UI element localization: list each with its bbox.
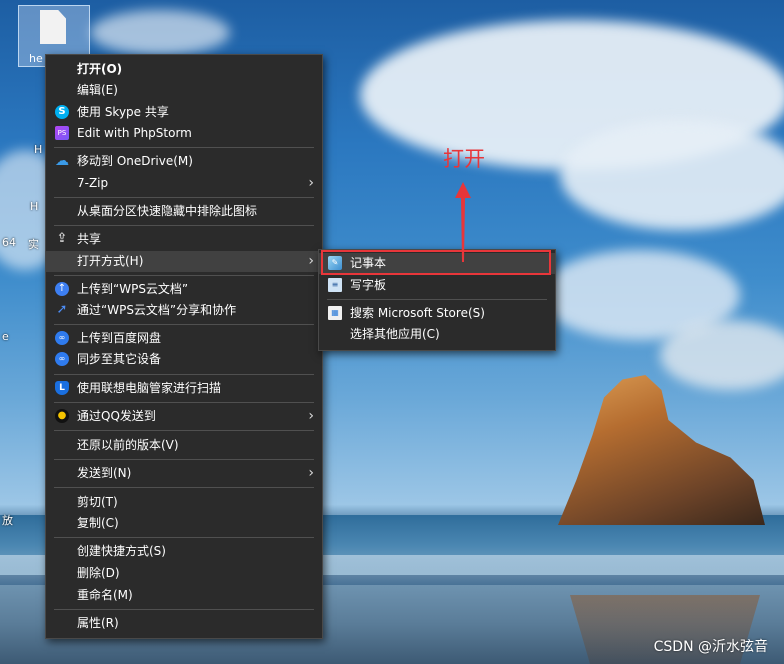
menu-item-label: Edit with PhpStorm — [77, 126, 192, 140]
menu-item-label: 同步至其它设备 — [77, 352, 162, 366]
menu-item-send-to[interactable]: 发送到(N) › — [46, 463, 322, 484]
wallpaper-cloud — [90, 10, 230, 55]
store-icon: ▦ — [328, 306, 342, 320]
chevron-right-icon: › — [308, 175, 314, 191]
menu-item-label: 共享 — [77, 232, 102, 246]
submenu-item-search-store[interactable]: ▦ 搜索 Microsoft Store(S) — [319, 303, 555, 324]
menu-item-label: 搜索 Microsoft Store(S) — [350, 306, 485, 320]
wps-share-icon: ➚ — [56, 302, 68, 317]
menu-item-phpstorm[interactable]: PS Edit with PhpStorm — [46, 123, 322, 144]
menu-item-skype-share[interactable]: S 使用 Skype 共享 — [46, 102, 322, 123]
menu-item-open[interactable]: 打开(O) — [46, 59, 322, 80]
wallpaper-cloud — [560, 120, 784, 230]
menu-item-label: 使用联想电脑管家进行扫描 — [77, 381, 222, 395]
wordpad-icon: ≡ — [328, 278, 342, 292]
menu-separator — [54, 225, 314, 226]
desktop-icon-label[interactable]: e — [2, 330, 9, 343]
menu-item-open-with[interactable]: 打开方式(H) › — [46, 251, 322, 272]
menu-item-delete[interactable]: 删除(D) — [46, 563, 322, 584]
menu-separator — [54, 459, 314, 460]
menu-item-label: 删除(D) — [77, 566, 120, 580]
menu-item-label: 编辑(E) — [77, 83, 118, 97]
submenu-item-choose-other-app[interactable]: 选择其他应用(C) — [319, 324, 555, 345]
menu-item-lenovo-scan[interactable]: L 使用联想电脑管家进行扫描 — [46, 378, 322, 399]
phpstorm-icon: PS — [55, 126, 69, 140]
desktop-icon-label[interactable]: 64 — [2, 236, 16, 249]
skype-icon: S — [55, 105, 69, 119]
menu-item-restore-versions[interactable]: 还原以前的版本(V) — [46, 435, 322, 456]
menu-item-label: 剪切(T) — [77, 495, 118, 509]
menu-item-label: 使用 Skype 共享 — [77, 105, 169, 119]
menu-item-baidu-upload[interactable]: ∞ 上传到百度网盘 — [46, 328, 322, 349]
annotation-highlight-box — [321, 250, 551, 275]
desktop-icon-label[interactable]: 放 — [2, 512, 13, 528]
menu-separator — [54, 324, 314, 325]
menu-separator — [54, 147, 314, 148]
menu-item-share[interactable]: ⇪ 共享 — [46, 229, 322, 250]
file-context-menu: 打开(O) 编辑(E) S 使用 Skype 共享 PS Edit with P… — [45, 54, 323, 639]
desktop-icon-label[interactable]: 实 — [28, 236, 39, 252]
menu-item-label: 移动到 OneDrive(M) — [77, 154, 193, 168]
menu-item-label: 创建快捷方式(S) — [77, 544, 166, 558]
annotation-arrow-up-icon — [455, 182, 471, 262]
sync-icon: ∞ — [55, 352, 69, 366]
menu-item-label: 7-Zip — [77, 176, 109, 190]
watermark: CSDN @沂水弦音 — [653, 639, 768, 655]
baidu-netdisk-icon: ∞ — [55, 331, 69, 345]
menu-item-label: 写字板 — [350, 278, 387, 292]
menu-item-onedrive[interactable]: ☁ 移动到 OneDrive(M) — [46, 151, 322, 172]
menu-item-exclude-from-fences[interactable]: 从桌面分区快速隐藏中排除此图标 — [46, 201, 322, 222]
wallpaper-cloud — [660, 320, 784, 390]
menu-item-label: 打开(O) — [77, 62, 123, 76]
menu-item-label: 重命名(M) — [77, 588, 133, 602]
menu-separator — [54, 374, 314, 375]
menu-item-label: 通过QQ发送到 — [77, 409, 156, 423]
menu-separator — [54, 402, 314, 403]
chevron-right-icon: › — [308, 465, 314, 481]
menu-item-wps-share[interactable]: ➚ 通过“WPS云文档”分享和协作 — [46, 300, 322, 321]
menu-item-create-shortcut[interactable]: 创建快捷方式(S) — [46, 541, 322, 562]
menu-separator — [54, 430, 314, 431]
qq-icon: ● — [55, 409, 69, 423]
menu-item-rename[interactable]: 重命名(M) — [46, 585, 322, 606]
menu-item-label: 复制(C) — [77, 516, 119, 530]
wps-upload-icon: ↑ — [55, 282, 69, 296]
menu-item-label: 上传到百度网盘 — [77, 331, 162, 345]
share-icon: ⇪ — [56, 231, 68, 246]
file-icon — [40, 10, 66, 44]
menu-item-label: 通过“WPS云文档”分享和协作 — [77, 303, 237, 317]
lenovo-icon: L — [55, 381, 69, 395]
menu-item-label: 属性(R) — [77, 616, 119, 630]
menu-item-label: 发送到(N) — [77, 466, 132, 480]
menu-separator — [54, 487, 314, 488]
menu-item-cut[interactable]: 剪切(T) — [46, 492, 322, 513]
chevron-right-icon: › — [308, 253, 314, 269]
annotation-label: 打开 — [443, 147, 485, 171]
menu-separator — [54, 537, 314, 538]
menu-item-label: 选择其他应用(C) — [350, 327, 440, 341]
submenu-item-wordpad[interactable]: ≡ 写字板 — [319, 275, 555, 296]
menu-separator — [327, 299, 547, 300]
menu-separator — [54, 197, 314, 198]
menu-item-label: 打开方式(H) — [77, 254, 144, 268]
wallpaper-rock — [558, 375, 765, 525]
menu-item-copy[interactable]: 复制(C) — [46, 513, 322, 534]
menu-item-7zip[interactable]: 7-Zip › — [46, 173, 322, 194]
menu-item-send-via-qq[interactable]: ● 通过QQ发送到 › — [46, 406, 322, 427]
menu-item-wps-upload[interactable]: ↑ 上传到“WPS云文档” — [46, 279, 322, 300]
menu-item-sync-devices[interactable]: ∞ 同步至其它设备 — [46, 349, 322, 370]
menu-item-label: 从桌面分区快速隐藏中排除此图标 — [77, 204, 258, 218]
desktop-icon-label[interactable]: H — [30, 200, 38, 213]
menu-item-label: 上传到“WPS云文档” — [77, 282, 189, 296]
desktop-icon-label[interactable]: H — [34, 143, 42, 156]
onedrive-icon: ☁ — [55, 153, 69, 169]
desktop-file-label: he — [29, 52, 43, 65]
chevron-right-icon: › — [308, 408, 314, 424]
menu-separator — [54, 609, 314, 610]
menu-item-label: 还原以前的版本(V) — [77, 438, 179, 452]
menu-separator — [54, 275, 314, 276]
menu-item-edit[interactable]: 编辑(E) — [46, 80, 322, 101]
menu-item-properties[interactable]: 属性(R) — [46, 613, 322, 634]
